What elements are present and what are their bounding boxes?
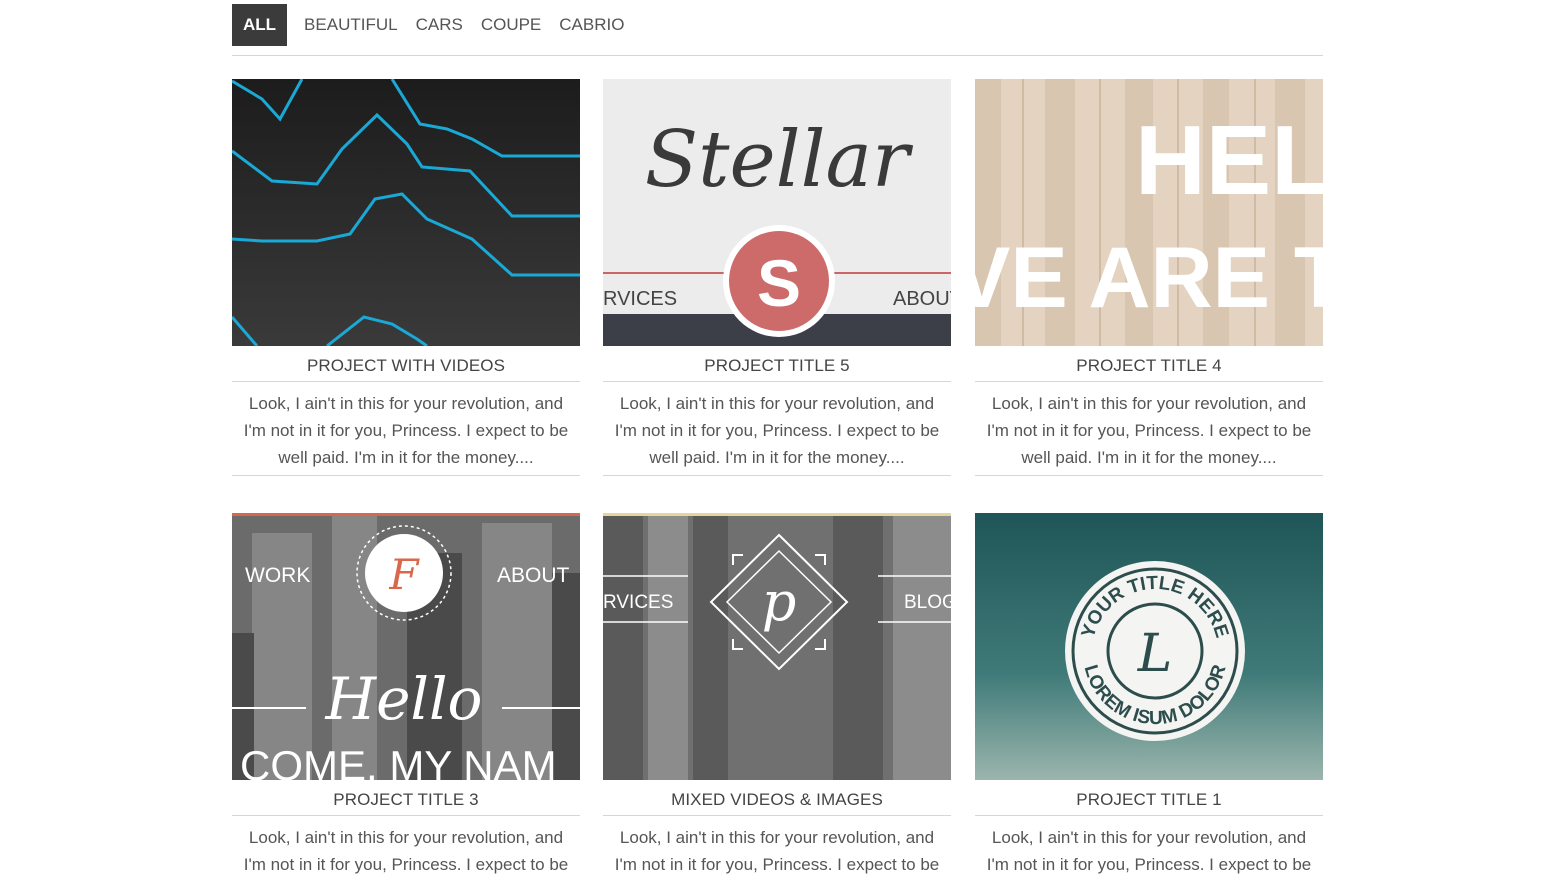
project-title[interactable]: PROJECT TITLE 3 bbox=[232, 780, 580, 816]
filter-beautiful[interactable]: BEAUTIFUL bbox=[295, 4, 407, 46]
project-card: PROJECT WITH VIDEOS Look, I ain't in thi… bbox=[232, 79, 580, 476]
filter-all[interactable]: ALL bbox=[232, 4, 288, 46]
svg-text:HEL: HEL bbox=[1135, 105, 1323, 215]
filter-coupe[interactable]: COUPE bbox=[472, 4, 550, 46]
svg-text:p: p bbox=[762, 570, 797, 633]
project-thumbnail-link[interactable]: WORK ABOUT F Hello COME, MY NAM bbox=[232, 513, 580, 780]
project-description: Look, I ain't in this for your revolutio… bbox=[232, 816, 580, 876]
project-description: Look, I ain't in this for your revolutio… bbox=[603, 382, 951, 476]
project-thumbnail-image bbox=[232, 79, 580, 346]
project-card: WORK ABOUT F Hello COME, MY NAM PROJECT … bbox=[232, 513, 580, 876]
filter-bar: ALL BEAUTIFUL CARS COUPE CABRIO bbox=[232, 4, 1323, 56]
filter-cars[interactable]: CARS bbox=[407, 4, 472, 46]
svg-text:BLOG: BLOG bbox=[904, 592, 951, 613]
project-description: Look, I ain't in this for your revolutio… bbox=[603, 816, 951, 876]
project-thumbnail-link[interactable] bbox=[232, 79, 580, 346]
filter-list: ALL BEAUTIFUL CARS COUPE CABRIO bbox=[232, 4, 1323, 46]
project-thumbnail-link[interactable]: RVICES BLOG p bbox=[603, 513, 951, 780]
project-card: Stellar RVICES ABOUT S PROJECT TITLE 5 L… bbox=[603, 79, 951, 476]
svg-text:L: L bbox=[1137, 624, 1173, 684]
project-thumbnail-image: WORK ABOUT F Hello COME, MY NAM bbox=[232, 513, 580, 780]
project-thumbnail-link[interactable]: HEL VE ARE T bbox=[975, 79, 1323, 346]
project-description: Look, I ain't in this for your revolutio… bbox=[232, 382, 580, 476]
filter-cabrio[interactable]: CABRIO bbox=[550, 4, 633, 46]
project-description: Look, I ain't in this for your revolutio… bbox=[975, 382, 1323, 476]
project-thumbnail-image: HEL VE ARE T bbox=[975, 79, 1323, 346]
svg-text:Hello: Hello bbox=[325, 665, 483, 733]
project-description: Look, I ain't in this for your revolutio… bbox=[975, 816, 1323, 876]
project-title[interactable]: MIXED VIDEOS & IMAGES bbox=[603, 780, 951, 816]
project-thumbnail-image: YOUR TITLE HERE LOREM ISUM DOLOR L bbox=[975, 513, 1323, 780]
svg-text:RVICES: RVICES bbox=[603, 592, 673, 613]
svg-text:ABOUT: ABOUT bbox=[497, 564, 570, 587]
svg-text:WORK: WORK bbox=[245, 564, 310, 587]
thumb-logo-letter: S bbox=[757, 246, 801, 320]
project-card: YOUR TITLE HERE LOREM ISUM DOLOR L PROJE… bbox=[975, 513, 1323, 876]
project-thumbnail-link[interactable]: Stellar RVICES ABOUT S bbox=[603, 79, 951, 346]
project-title[interactable]: PROJECT WITH VIDEOS bbox=[232, 346, 580, 382]
thumb-script-title: Stellar bbox=[645, 115, 914, 205]
project-title[interactable]: PROJECT TITLE 5 bbox=[603, 346, 951, 382]
svg-text:ABOUT: ABOUT bbox=[893, 288, 951, 310]
project-title[interactable]: PROJECT TITLE 4 bbox=[975, 346, 1323, 382]
svg-text:RVICES: RVICES bbox=[603, 288, 677, 310]
project-thumbnail-link[interactable]: YOUR TITLE HERE LOREM ISUM DOLOR L bbox=[975, 513, 1323, 780]
project-thumbnail-image: RVICES BLOG p bbox=[603, 513, 951, 780]
project-card: RVICES BLOG p MIXED VIDEOS & IMAGES Look… bbox=[603, 513, 951, 876]
project-card: HEL VE ARE T PROJECT TITLE 4 Look, I ain… bbox=[975, 79, 1323, 476]
project-thumbnail-image: Stellar RVICES ABOUT S bbox=[603, 79, 951, 346]
svg-text:F: F bbox=[388, 550, 420, 599]
svg-text:COME, MY NAM: COME, MY NAM bbox=[240, 742, 557, 780]
project-title[interactable]: PROJECT TITLE 1 bbox=[975, 780, 1323, 816]
svg-text:VE ARE T: VE ARE T bbox=[975, 230, 1323, 326]
